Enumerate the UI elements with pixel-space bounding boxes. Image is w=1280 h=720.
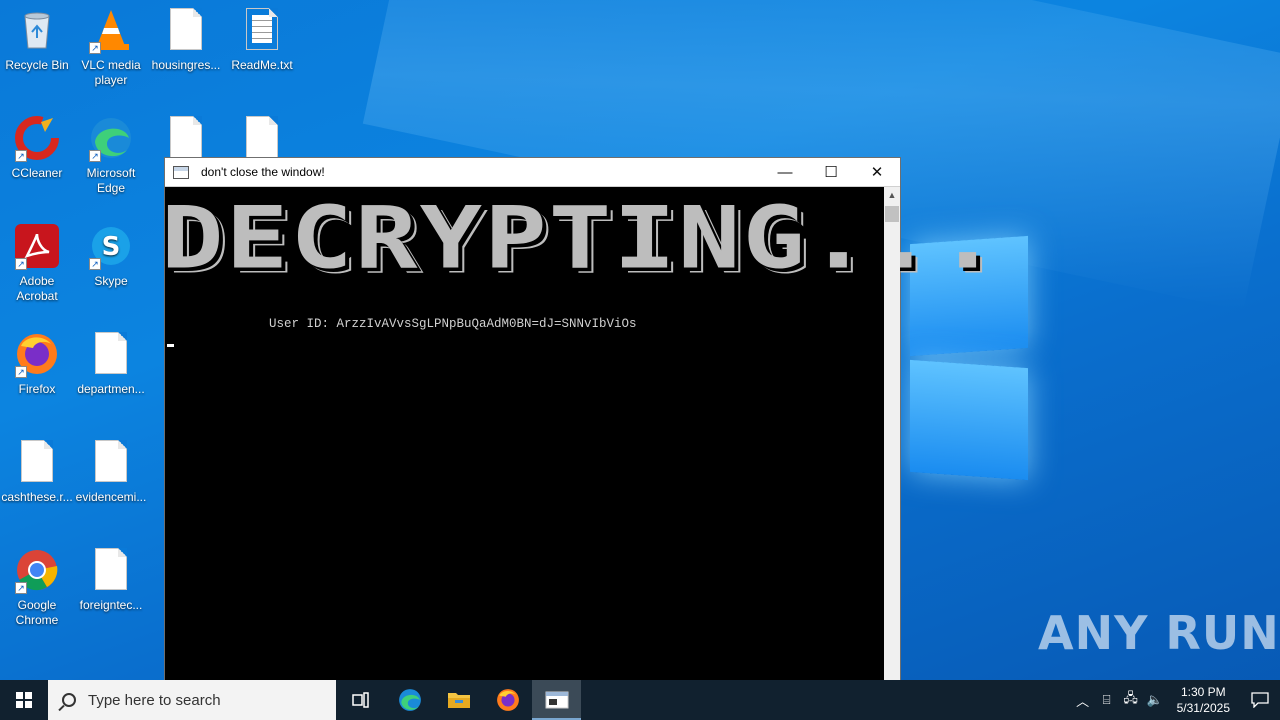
recycle-bin-icon [15,8,59,52]
desktop-icon-label: Firefox [18,382,56,396]
shortcut-arrow-icon: ↗ [15,150,27,162]
desktop-icon-label: evidencemi... [75,490,147,504]
desktop-icon-vlc[interactable]: ↗ VLC media player [74,8,148,88]
desktop-icon-label: departmen... [77,382,145,396]
close-button[interactable]: ✕ [854,158,900,187]
network-icon[interactable]: 🖧 [1119,689,1143,711]
desktop-icon-ccleaner[interactable]: ↗ CCleaner [0,116,74,181]
taskbar-file-explorer[interactable] [434,680,483,720]
desktop-icon-firefox[interactable]: ↗ Firefox [0,332,74,397]
microsoft-edge-icon [398,689,421,711]
taskbar-search-box[interactable]: Type here to search [48,680,336,720]
search-icon [62,693,76,707]
taskbar-console-window[interactable] [532,680,581,720]
scroll-up-arrow-icon[interactable]: ▲ [884,187,900,204]
file-icon [89,440,133,484]
desktop-icon-file[interactable]: departmen... [74,332,148,397]
shortcut-arrow-icon: ↗ [15,582,27,594]
firefox-icon [496,689,519,711]
desktop-icon-skype[interactable]: S ↗ Skype [74,224,148,289]
shortcut-arrow-icon: ↗ [15,366,27,378]
desktop-icon-label: cashthese.r... [1,490,73,504]
desktop-icon-file[interactable]: cashthese.r... [0,440,74,505]
desktop-icon-file[interactable]: foreigntec... [74,548,148,613]
desktop-icon-label: Skype [94,274,128,288]
desktop-icon-file[interactable]: housingres... [149,8,223,73]
desktop-icon-label: Recycle Bin [5,58,69,72]
desktop-icon-label: housingres... [151,58,221,72]
taskbar-firefox[interactable] [483,680,532,720]
maximize-button[interactable]: ☐ [808,158,854,187]
user-id-line: User ID: ArzzIvAVvsSgLPNpBuQaAdM0BN=dJ=S… [269,317,637,331]
console-window[interactable]: don't close the window! — ☐ ✕ DECRYPTING… [161,157,999,720]
file-icon [89,332,133,376]
taskbar: Type here to search ︿ ⌸ 🖧 🔈 1:30 PM 5/31… [0,680,1280,720]
desktop-icon-file[interactable]: evidencemi... [74,440,148,505]
minimize-button[interactable]: — [762,158,808,187]
desktop-icon-label: ReadMe.txt [231,58,293,72]
text-file-icon [240,8,284,52]
vertical-scrollbar[interactable]: ▲ [884,187,900,719]
windows-start-icon [16,692,32,708]
shortcut-arrow-icon: ↗ [89,42,101,54]
console-app-icon [545,691,568,709]
shortcut-arrow-icon: ↗ [89,258,101,270]
clock-date: 5/31/2025 [1176,701,1230,715]
decrypting-banner: DECRYPTING... [161,188,1001,289]
file-icon [240,116,284,160]
console-app-icon [173,165,189,179]
search-placeholder: Type here to search [88,691,221,709]
console-output[interactable]: DECRYPTING... User ID: ArzzIvAVvsSgLPNpB… [161,187,999,719]
desktop-icon-recycle-bin[interactable]: Recycle Bin [0,8,74,73]
task-view-button[interactable] [336,680,385,720]
network-device-icon[interactable]: ⌸ [1095,692,1119,708]
file-icon [164,8,208,52]
system-tray: ︿ ⌸ 🖧 🔈 1:30 PM 5/31/2025 [1071,680,1280,720]
desktop-icon-adobe-acrobat[interactable]: ↗ Adobe Acrobat [0,224,74,304]
microsoft-edge-icon: ↗ [89,116,133,162]
volume-icon[interactable]: 🔈 [1143,692,1167,708]
file-icon [89,548,133,592]
task-view-icon [351,692,369,708]
desktop-icon-readme[interactable]: ReadMe.txt [225,8,299,73]
shortcut-arrow-icon: ↗ [89,150,101,162]
skype-icon: S ↗ [89,224,133,270]
desktop-icon-label: CCleaner [11,166,63,180]
desktop-icon-label: Google Chrome [15,598,59,627]
desktop-icon-label: VLC media player [81,58,141,87]
file-icon [164,116,208,160]
firefox-icon: ↗ [15,332,59,378]
folder-icon [447,693,470,708]
start-button[interactable] [0,680,48,720]
taskbar-edge[interactable] [385,680,434,720]
ccleaner-icon: ↗ [15,116,59,162]
clock-time: 1:30 PM [1180,685,1226,699]
window-title: don't close the window! [201,165,325,179]
anyrun-watermark: ANY RUN [1038,606,1280,660]
window-titlebar[interactable]: don't close the window! — ☐ ✕ [165,158,900,187]
chevron-up-icon[interactable]: ︿ [1071,691,1095,710]
file-icon [15,440,59,484]
desktop-icon-label: Adobe Acrobat [16,274,58,303]
scroll-thumb[interactable] [885,206,899,222]
text-cursor [167,344,174,347]
desktop-icon-label: Microsoft Edge [86,166,136,195]
notification-center-button[interactable] [1240,680,1280,720]
taskbar-clock[interactable]: 1:30 PM 5/31/2025 [1167,684,1240,716]
desktop-icon-microsoft-edge[interactable]: ↗ Microsoft Edge [74,116,148,196]
shortcut-arrow-icon: ↗ [15,258,27,270]
vlc-cone-icon: ↗ [89,8,133,54]
svg-text:S: S [102,232,121,262]
google-chrome-icon: ↗ [15,548,59,594]
notification-icon [1251,692,1269,708]
adobe-acrobat-icon: ↗ [15,224,59,270]
desktop-icon-google-chrome[interactable]: ↗ Google Chrome [0,548,74,628]
desktop-icon-label: foreigntec... [79,598,143,612]
